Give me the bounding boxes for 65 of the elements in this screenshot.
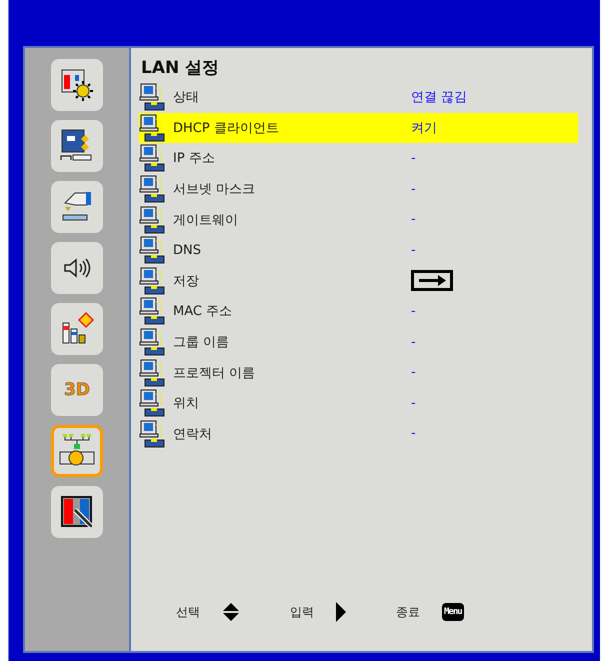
setting-value: - (411, 182, 416, 197)
setting-value: 연결 끊김 (411, 89, 468, 106)
computer-icon (139, 206, 166, 234)
setting-label: 위치 (173, 395, 200, 412)
setting-value: - (411, 304, 416, 319)
setting-label: 그룹 이름 (173, 334, 230, 352)
setting-label: 프로젝터 이름 (173, 364, 256, 382)
setting-label: 연락처 (173, 426, 213, 443)
computer-icon (139, 266, 166, 295)
setting-value: - (411, 334, 416, 350)
menu-tab[interactable] (51, 59, 103, 111)
setting-value: 켜기 (411, 120, 437, 137)
menu-tab[interactable] (51, 181, 103, 233)
screen-brightness-icon (59, 67, 95, 103)
setting-label: 게이트웨이 (173, 212, 239, 229)
computer-icon (139, 175, 166, 204)
right-triangle-icon (336, 602, 346, 622)
setting-value: - (411, 365, 416, 380)
hint-label: 선택 (176, 604, 200, 620)
up-down-arrow-icon (222, 602, 240, 622)
setting-value: - (411, 212, 416, 228)
setting-label: 저장 (173, 272, 200, 290)
computer-icon (139, 420, 166, 448)
3d-label: 3D (64, 380, 90, 400)
setting-row[interactable]: 그룹 이름 - (139, 326, 578, 358)
setting-value: - (411, 396, 416, 411)
setting-row[interactable]: DHCP 클라이언트 켜기 (139, 112, 578, 144)
menu-key: Menu (442, 603, 464, 621)
setting-label: IP 주소 (173, 150, 216, 168)
hint-label: 입력 (290, 604, 314, 620)
hint-label: 종료 (396, 604, 420, 620)
setting-label: 상태 (173, 89, 200, 106)
setting-label: DNS (173, 242, 202, 258)
setting-label: MAC 주소 (173, 303, 234, 320)
setting-row[interactable]: MAC 주소 - (139, 296, 578, 327)
setting-label: 서브넷 마스크 (173, 181, 256, 198)
enter-arrow-button[interactable] (411, 270, 453, 292)
setting-row[interactable]: 서브넷 마스크 - (139, 174, 578, 204)
setting-row[interactable]: 위치 - (139, 388, 578, 419)
computer-icon (139, 358, 166, 387)
setting-row[interactable]: 연락처 - (139, 418, 578, 450)
setting-row[interactable]: DNS - (139, 234, 578, 266)
setting-label: DHCP 클라이언트 (173, 120, 280, 137)
menu-tab[interactable] (51, 120, 103, 172)
setting-row[interactable]: 프로젝터 이름 - (139, 357, 578, 388)
computer-icon (139, 328, 166, 356)
panel-title: LAN 설정 (140, 57, 220, 80)
computer-icon (139, 389, 166, 418)
setting-row[interactable]: 게이트웨이 - (139, 204, 578, 235)
setting-row[interactable]: 상태 연결 끊김 (139, 82, 578, 113)
setting-value: - (411, 150, 416, 166)
computer-icon (139, 297, 166, 326)
whiteboard-pen-icon (59, 494, 95, 530)
menu-tab[interactable] (51, 303, 103, 355)
setting-value: - (411, 426, 416, 442)
menu-tab[interactable] (51, 242, 103, 294)
computer-icon (139, 83, 166, 112)
computer-icon (139, 114, 166, 142)
computer-icon (139, 144, 166, 172)
setting-row[interactable]: IP 주소 - (139, 143, 578, 174)
menu-tab[interactable] (51, 425, 103, 477)
setting-value: - (411, 242, 416, 258)
menu-tab[interactable] (51, 486, 103, 538)
computer-icon (139, 236, 166, 264)
setting-row[interactable]: 저장 (139, 266, 578, 296)
